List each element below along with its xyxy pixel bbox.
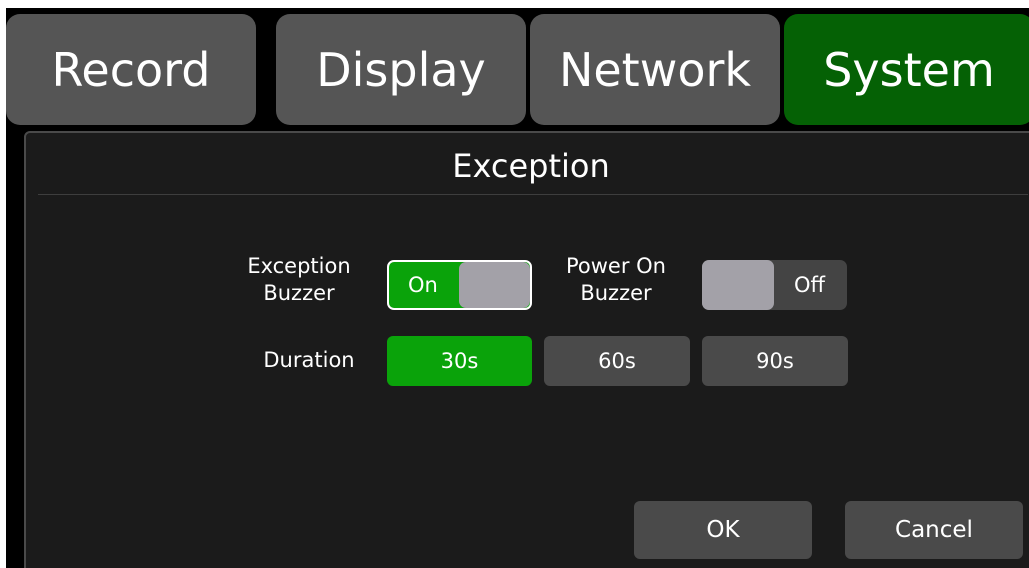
duration-30s-button[interactable]: 30s [387,336,532,386]
duration-label: Duration [263,348,355,372]
duration-90s-button[interactable]: 90s [702,336,848,386]
exception-buzzer-label-line2: Buzzer [263,281,335,305]
tab-network-label: Network [558,42,752,97]
dvr-screen: Record Display Network System Exception … [6,8,1029,568]
panel-divider [38,194,1028,195]
exception-buzzer-toggle-knob [459,262,530,308]
duration-60s-button[interactable]: 60s [544,336,690,386]
cancel-button-label: Cancel [895,517,973,543]
power-on-buzzer-label-line1: Power On [565,254,666,278]
exception-buzzer-label: Exception Buzzer [234,253,364,307]
tab-display[interactable]: Display [276,14,526,125]
tab-system[interactable]: System [784,14,1029,125]
tab-record[interactable]: Record [6,14,256,125]
cancel-button[interactable]: Cancel [845,501,1023,559]
ok-button[interactable]: OK [634,501,812,559]
tab-record-label: Record [51,42,211,97]
power-on-buzzer-state: Off [794,273,825,297]
exception-buzzer-label-line1: Exception [247,254,351,278]
duration-90s-label: 90s [756,349,794,373]
tab-network[interactable]: Network [530,14,780,125]
panel-title: Exception [452,147,610,185]
duration-30s-label: 30s [440,349,479,373]
power-on-buzzer-label: Power On Buzzer [551,253,681,307]
power-on-buzzer-toggle[interactable]: Off [702,260,847,310]
exception-panel: Exception Exception Buzzer On Power On B… [24,131,1029,568]
exception-buzzer-toggle[interactable]: On [387,260,532,310]
ok-button-label: OK [706,517,740,543]
tab-display-label: Display [316,42,486,97]
duration-60s-label: 60s [598,349,636,373]
power-on-buzzer-label-line2: Buzzer [580,281,652,305]
power-on-buzzer-toggle-knob [702,260,774,310]
exception-buzzer-state: On [408,273,438,297]
tab-system-label: System [823,42,995,97]
